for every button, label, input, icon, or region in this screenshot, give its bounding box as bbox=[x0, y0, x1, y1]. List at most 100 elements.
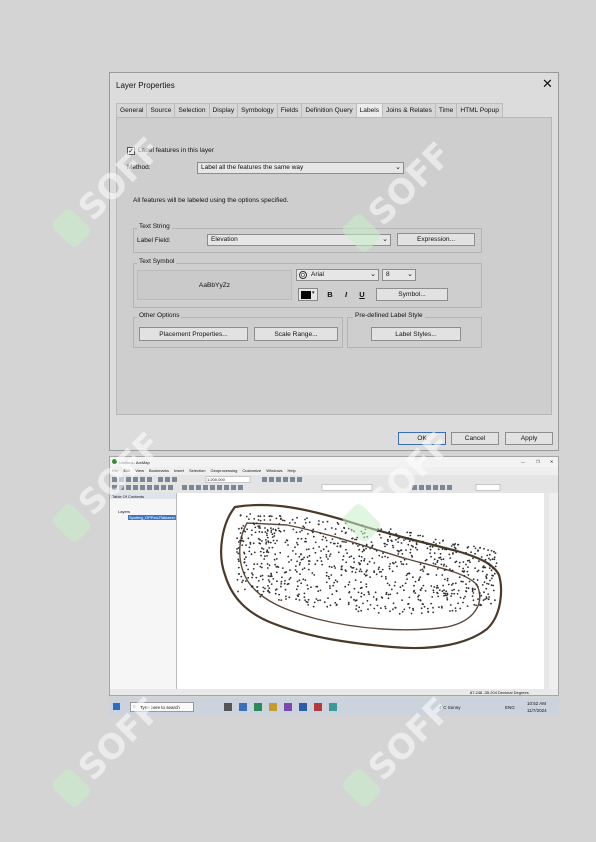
taskbar-search[interactable]: Type here to search bbox=[130, 702, 194, 712]
menu-windows[interactable]: Windows bbox=[266, 468, 282, 474]
spot-height-point bbox=[454, 610, 457, 612]
expression-button[interactable]: Expression... bbox=[397, 233, 475, 246]
toc-layers[interactable]: Layers bbox=[118, 509, 130, 514]
edge-icon[interactable] bbox=[254, 703, 262, 711]
placement-properties-button[interactable]: Placement Properties... bbox=[139, 327, 248, 341]
task-view-icon[interactable] bbox=[224, 703, 232, 711]
spot-height-point bbox=[492, 567, 495, 570]
symbol-button[interactable]: Symbol... bbox=[376, 288, 448, 301]
dialog-title: Layer Properties bbox=[116, 81, 175, 90]
spot-height-point bbox=[276, 539, 278, 542]
label-styles-button[interactable]: Label Styles... bbox=[371, 327, 461, 341]
spot-height-point bbox=[298, 599, 301, 601]
apply-button[interactable]: Apply bbox=[505, 432, 553, 445]
clock-date[interactable]: 11/7/2024 bbox=[527, 708, 547, 713]
italic-button[interactable]: I bbox=[340, 289, 352, 301]
bold-button[interactable]: B bbox=[324, 289, 336, 301]
map-view[interactable] bbox=[177, 493, 549, 689]
menu-geoprocessing[interactable]: Geoprocessing bbox=[210, 468, 237, 474]
spot-height-point bbox=[272, 539, 275, 542]
weather[interactable]: 4°C Sunny bbox=[439, 705, 461, 710]
map-scrollbar[interactable] bbox=[544, 493, 549, 689]
label-field-dropdown[interactable]: Elevation ⌄ bbox=[207, 234, 391, 246]
spot-height-point bbox=[391, 544, 394, 547]
ok-button[interactable]: OK bbox=[398, 432, 446, 445]
minimize-icon[interactable]: — bbox=[521, 459, 525, 464]
tab-symbology[interactable]: Symbology bbox=[237, 103, 278, 117]
toc-layer-item[interactable]: Spotfeg_OPPeoJTablaesl bbox=[128, 515, 176, 520]
tab-joins-relates[interactable]: Joins & Relates bbox=[382, 103, 436, 117]
close-icon[interactable]: ✕ bbox=[542, 77, 553, 90]
menu-bookmarks[interactable]: Bookmarks bbox=[149, 468, 169, 474]
font-dropdown[interactable]: O Arial ⌄ bbox=[296, 269, 379, 281]
tab-source[interactable]: Source bbox=[146, 103, 176, 117]
spot-height-point bbox=[330, 574, 333, 576]
method-dropdown[interactable]: Label all the features the same way ⌄ bbox=[197, 162, 404, 174]
spot-height-point bbox=[415, 542, 418, 544]
close-icon[interactable]: ✕ bbox=[550, 459, 553, 464]
menu-bar: File Edit View Bookmarks Insert Selectio… bbox=[112, 468, 557, 474]
language[interactable]: ENG bbox=[505, 705, 515, 710]
text-string-label: Text String bbox=[137, 223, 172, 230]
scale-range-button[interactable]: Scale Range... bbox=[254, 327, 338, 341]
tab-display[interactable]: Display bbox=[208, 103, 239, 117]
spot-height-point bbox=[294, 546, 296, 549]
spot-height-point bbox=[237, 590, 239, 593]
menu-help[interactable]: Help bbox=[288, 468, 296, 474]
spot-height-point bbox=[444, 578, 446, 581]
maximize-icon[interactable]: ❐ bbox=[536, 459, 540, 464]
spot-height-point bbox=[474, 547, 477, 550]
label-features-checkbox[interactable]: ✓ bbox=[127, 147, 135, 155]
text-color-picker[interactable]: ▾ bbox=[298, 288, 318, 301]
label-style-label: Pre-defined Label Style bbox=[353, 312, 425, 319]
tab-general[interactable]: General bbox=[116, 103, 148, 117]
spot-height-point bbox=[266, 536, 269, 539]
spot-height-point bbox=[285, 595, 287, 598]
spot-height-point bbox=[237, 573, 240, 575]
font-size-dropdown[interactable]: 8 ⌄ bbox=[382, 269, 416, 281]
menu-view[interactable]: View bbox=[135, 468, 144, 474]
spot-height-point bbox=[261, 531, 263, 534]
spot-height-point bbox=[257, 515, 260, 517]
spot-height-point bbox=[450, 595, 452, 597]
clock-time[interactable]: 10:52 AM bbox=[527, 701, 546, 706]
menu-insert[interactable]: Insert bbox=[174, 468, 184, 474]
windows-start-icon[interactable] bbox=[113, 703, 120, 710]
spot-height-point bbox=[261, 540, 263, 542]
map-canvas[interactable] bbox=[177, 493, 549, 689]
menu-selection[interactable]: Selection bbox=[189, 468, 205, 474]
toolbar-icons[interactable] bbox=[112, 476, 552, 492]
menu-customize[interactable]: Customize bbox=[242, 468, 261, 474]
spot-height-point bbox=[414, 546, 417, 549]
app-icon[interactable] bbox=[314, 703, 322, 711]
spot-height-point bbox=[435, 587, 438, 589]
outlook-icon[interactable] bbox=[299, 703, 307, 711]
color-swatch bbox=[301, 291, 311, 299]
spot-height-point bbox=[291, 518, 294, 521]
tab-selection[interactable]: Selection bbox=[174, 103, 210, 117]
underline-button[interactable]: U bbox=[356, 289, 368, 301]
folder-icon[interactable] bbox=[269, 703, 277, 711]
tab-labels[interactable]: Labels bbox=[355, 103, 384, 118]
chevron-down-icon: ▾ bbox=[312, 290, 315, 296]
app-icon[interactable] bbox=[284, 703, 292, 711]
spot-height-point bbox=[422, 535, 424, 538]
tab-fields[interactable]: Fields bbox=[276, 103, 303, 117]
spot-height-point bbox=[297, 537, 299, 540]
spot-height-point bbox=[488, 553, 491, 556]
scale-value[interactable]: 1:200,000 bbox=[207, 477, 225, 482]
spot-height-point bbox=[484, 598, 486, 600]
menu-edit[interactable]: Edit bbox=[123, 468, 130, 474]
cancel-button[interactable]: Cancel bbox=[451, 432, 499, 445]
spot-height-point bbox=[412, 545, 414, 548]
spot-height-point bbox=[237, 566, 240, 569]
menu-file[interactable]: File bbox=[112, 468, 118, 474]
app-icon[interactable] bbox=[239, 703, 247, 711]
tab-html-popup[interactable]: HTML Popup bbox=[456, 103, 503, 117]
spot-height-point bbox=[455, 560, 458, 563]
tab-definition-query[interactable]: Definition Query bbox=[301, 103, 357, 117]
toc-title: Table Of Contents bbox=[112, 494, 145, 499]
arcmap-taskbar-icon[interactable] bbox=[329, 703, 337, 711]
tab-time[interactable]: Time bbox=[434, 103, 458, 117]
spot-height-point bbox=[494, 552, 497, 554]
